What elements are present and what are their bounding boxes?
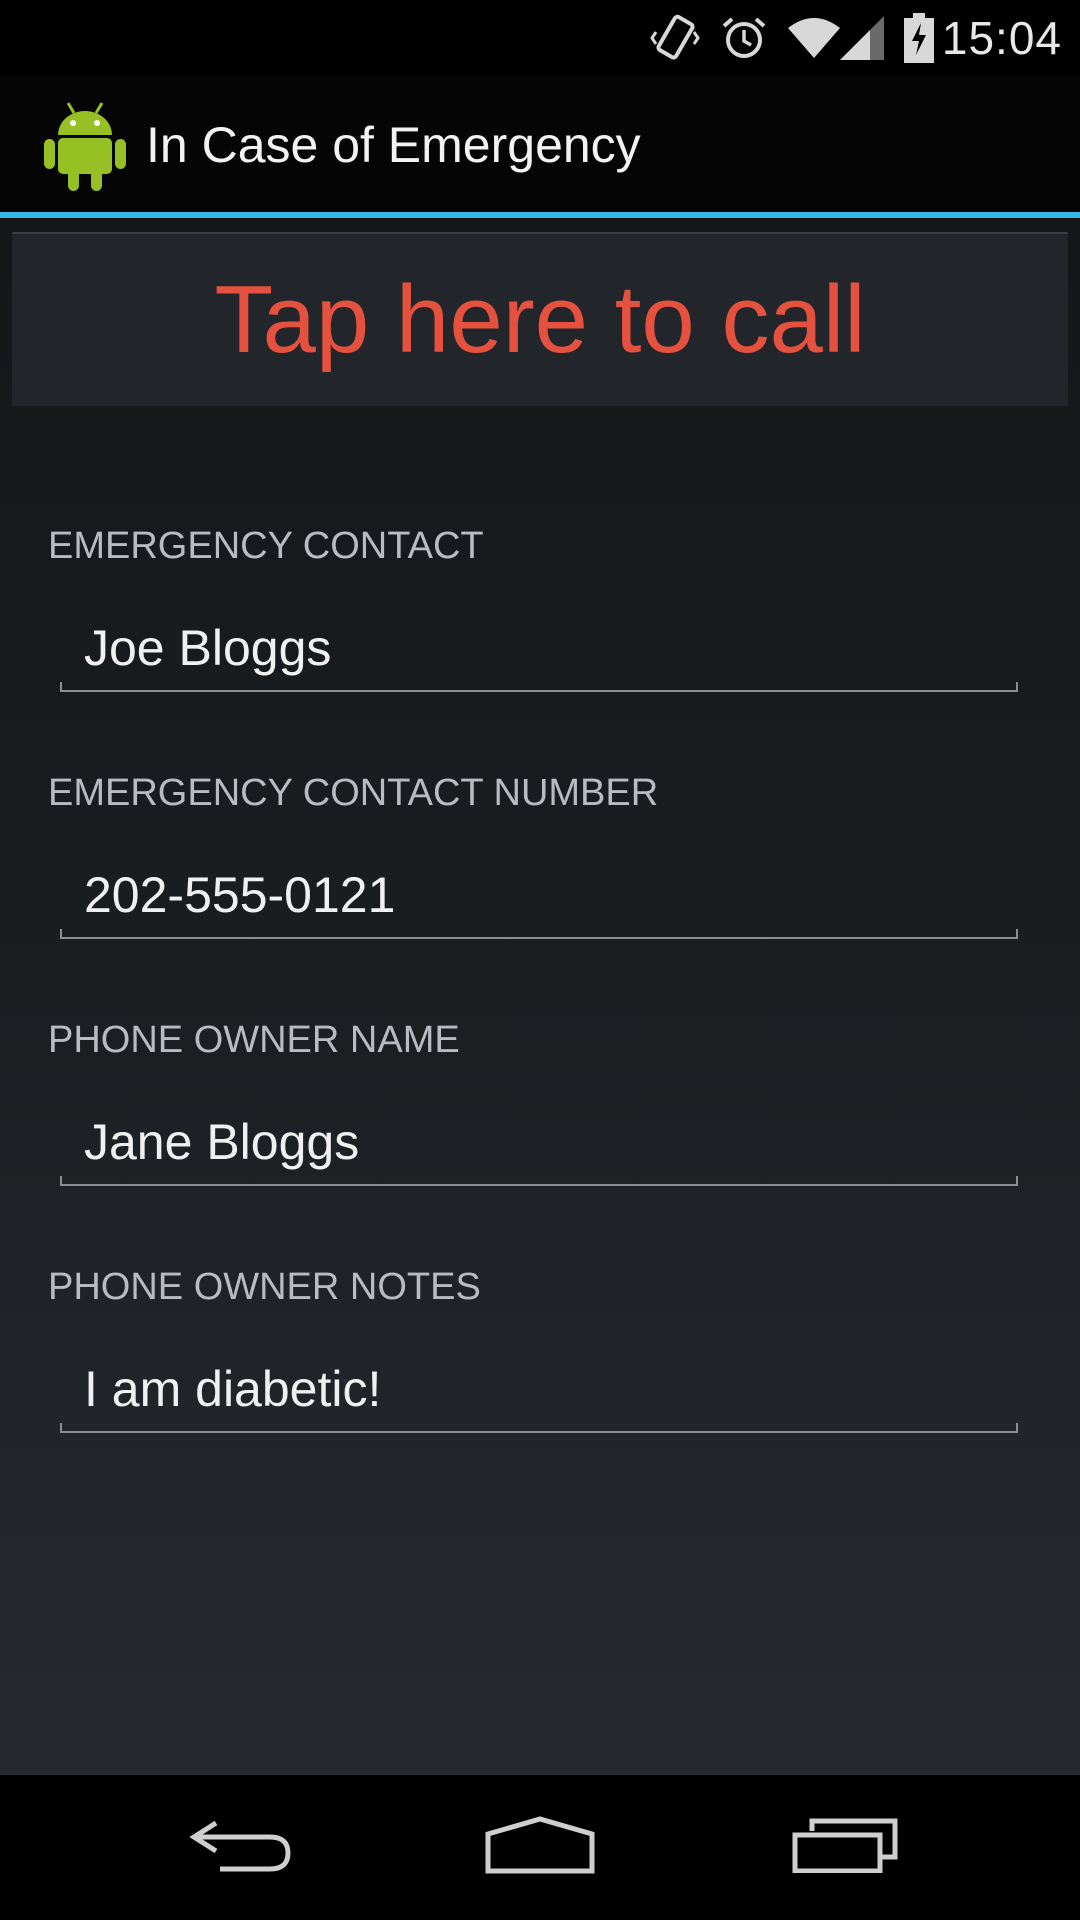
action-bar: In Case of Emergency (0, 75, 1080, 215)
emergency-contact-input[interactable] (60, 610, 1018, 686)
home-icon (485, 1816, 595, 1879)
phone-owner-notes-field[interactable] (60, 1351, 1018, 1433)
call-button[interactable]: Tap here to call (12, 232, 1068, 406)
home-button[interactable] (470, 1805, 610, 1890)
status-bar: 15:04 (0, 0, 1080, 75)
alarm-icon (720, 14, 768, 62)
content-area: Tap here to call EMERGENCY CONTACT EMERG… (0, 218, 1080, 1775)
phone-owner-notes-input[interactable] (60, 1351, 1018, 1427)
phone-owner-name-input[interactable] (60, 1104, 1018, 1180)
field-underline (60, 1176, 1018, 1186)
recent-apps-icon (792, 1817, 898, 1878)
emergency-contact-number-input[interactable] (60, 857, 1018, 933)
phone-owner-name-label: PHONE OWNER NAME (48, 1019, 460, 1061)
phone-owner-name-field[interactable] (60, 1104, 1018, 1186)
emergency-contact-field[interactable] (60, 610, 1018, 692)
phone-owner-notes-label: PHONE OWNER NOTES (48, 1266, 481, 1308)
emergency-contact-number-label: EMERGENCY CONTACT NUMBER (48, 772, 659, 814)
field-underline (60, 682, 1018, 692)
screen: 15:04 In Case of Emergency Tap here to c… (0, 0, 1080, 1920)
wifi-icon (787, 16, 840, 60)
signal-icon (839, 15, 884, 60)
field-underline (60, 1423, 1018, 1433)
battery-charging-icon (903, 12, 934, 63)
app-title: In Case of Emergency (146, 117, 641, 173)
status-icons: 15:04 (650, 0, 1062, 75)
navigation-bar (0, 1775, 1080, 1920)
recent-apps-button[interactable] (775, 1805, 915, 1890)
back-button[interactable] (170, 1805, 310, 1890)
emergency-contact-number-field[interactable] (60, 857, 1018, 939)
back-icon (188, 1817, 292, 1878)
vibrate-icon (650, 12, 700, 64)
android-robot-icon[interactable] (44, 99, 126, 196)
status-time: 15:04 (941, 11, 1062, 64)
call-button-label: Tap here to call (214, 266, 866, 373)
field-underline (60, 929, 1018, 939)
emergency-contact-label: EMERGENCY CONTACT (48, 525, 484, 567)
